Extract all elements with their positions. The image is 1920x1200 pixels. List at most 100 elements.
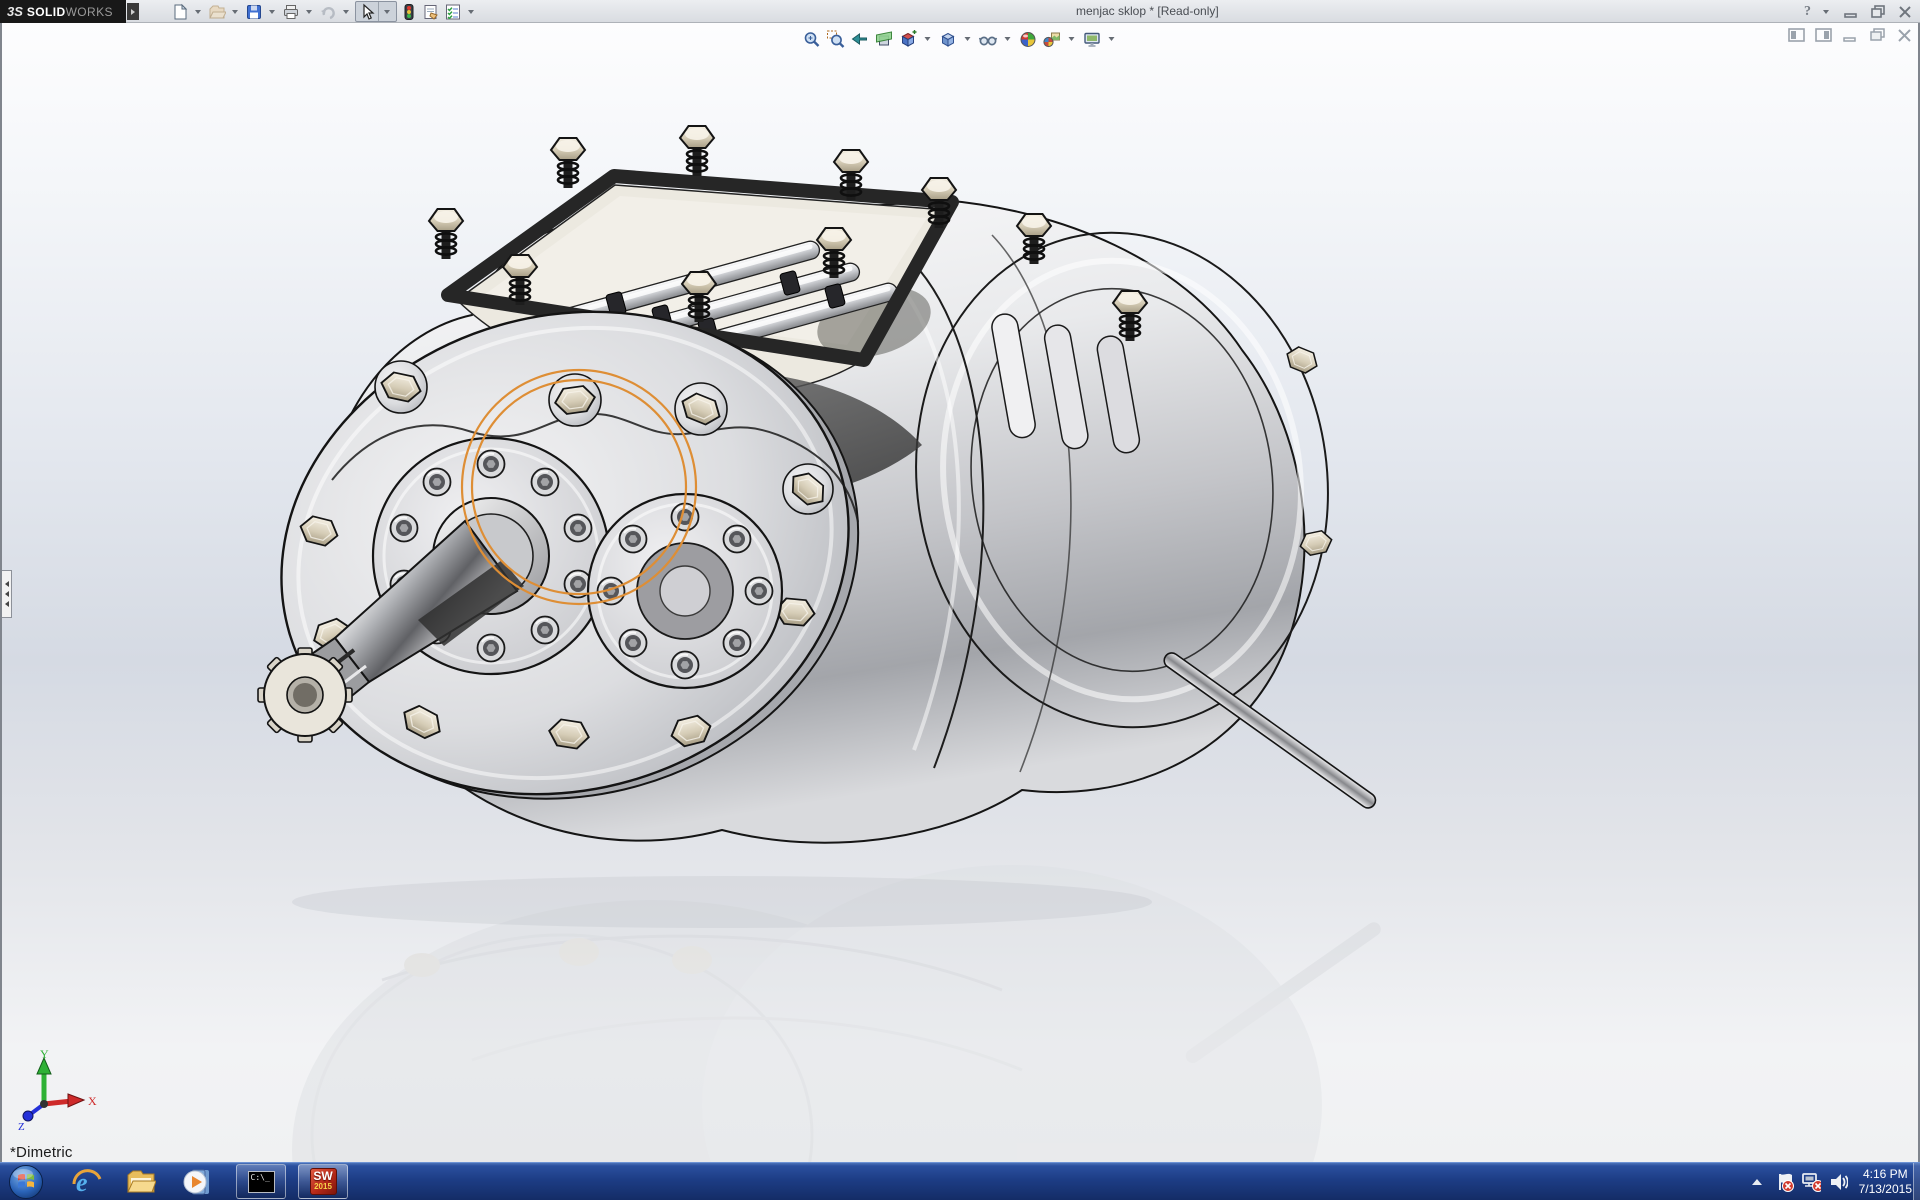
section-view-button[interactable] <box>874 28 895 50</box>
brand-text-solid: SOLID <box>27 5 66 19</box>
solidworks-logo: 3S SOLIDWORKS <box>0 0 126 23</box>
zoom-to-area-button[interactable] <box>826 28 847 50</box>
view-orientation-icon <box>899 30 918 49</box>
graphics-area[interactable]: Y X Z *Dimetric <box>0 23 1920 1162</box>
print-button[interactable] <box>281 1 301 22</box>
taskbar-command-prompt[interactable]: C:\_ <box>236 1164 286 1199</box>
open-folder-icon <box>208 3 226 21</box>
title-bar: 3S SOLIDWORKS <box>0 0 1920 23</box>
arrow-up-icon <box>1752 1179 1762 1185</box>
help-button[interactable]: ? <box>1804 4 1811 20</box>
dropdown-caret[interactable] <box>925 37 931 41</box>
undo-button[interactable] <box>318 1 338 22</box>
apply-scene-button[interactable] <box>1042 28 1063 50</box>
zoom-to-fit-button[interactable] <box>802 28 823 50</box>
cursor-icon <box>358 3 376 21</box>
doc-minimize-button[interactable] <box>1841 27 1860 43</box>
orientation-triad: Y X Z <box>6 1050 126 1134</box>
svg-text:X: X <box>88 1094 97 1108</box>
arrow-right-icon <box>131 9 135 15</box>
dropdown-caret[interactable] <box>1069 37 1075 41</box>
eyeglasses-icon <box>979 30 998 49</box>
taskbar-media-player[interactable] <box>182 1167 212 1197</box>
doc-close-button[interactable] <box>1895 27 1914 43</box>
menu-expand-arrow[interactable] <box>127 3 139 20</box>
close-button[interactable] <box>1896 4 1914 20</box>
doc-restore-button[interactable] <box>1868 27 1887 43</box>
file-properties-icon <box>422 3 440 21</box>
select-tool-button[interactable] <box>356 2 378 21</box>
solidworks-2015-icon: SW 2015 <box>310 1168 337 1195</box>
display-pane-button[interactable] <box>1814 27 1833 43</box>
arrow-left-icon <box>5 601 9 607</box>
view-orientation-button[interactable] <box>898 28 919 50</box>
view-settings-icon <box>1083 30 1102 49</box>
dropdown-caret[interactable] <box>468 10 474 14</box>
traffic-light-icon <box>400 3 418 21</box>
zoom-to-fit-icon <box>803 30 822 49</box>
taskbar-windows-explorer[interactable] <box>126 1167 156 1197</box>
hide-show-items-button[interactable] <box>978 28 999 50</box>
dropdown-caret[interactable] <box>306 10 312 14</box>
display-style-button[interactable] <box>938 28 959 50</box>
rebuild-button[interactable] <box>399 1 419 22</box>
dropdown-caret[interactable] <box>195 10 201 14</box>
clock-time: 4:16 PM <box>1859 1167 1912 1182</box>
printer-icon <box>282 3 300 21</box>
new-document-icon <box>171 3 189 21</box>
minimize-button[interactable] <box>1842 4 1860 20</box>
edit-appearance-button[interactable] <box>1018 28 1039 50</box>
undo-arrow-icon <box>319 3 337 21</box>
taskbar-clock[interactable]: 4:16 PM 7/13/2015 <box>1859 1167 1912 1197</box>
previous-view-button[interactable] <box>850 28 871 50</box>
arrow-left-icon <box>5 581 9 587</box>
heads-up-toolbar <box>802 28 1119 50</box>
view-settings-button[interactable] <box>1082 28 1103 50</box>
zoom-to-area-icon <box>827 30 846 49</box>
display-style-icon <box>939 30 958 49</box>
feature-pane-collapsed-tab[interactable] <box>2 570 12 618</box>
select-tool-group <box>355 1 397 22</box>
arrow-left-icon <box>5 591 9 597</box>
start-button[interactable] <box>8 1164 44 1200</box>
quick-access-toolbar <box>170 0 478 23</box>
previous-view-icon <box>851 30 870 49</box>
show-desktop-button[interactable] <box>1913 1163 1920 1200</box>
new-document-button[interactable] <box>170 1 190 22</box>
taskbar-solidworks[interactable]: SW 2015 <box>298 1164 348 1199</box>
system-tray: 4:16 PM 7/13/2015 <box>1747 1163 1912 1200</box>
collapse-pane-button[interactable] <box>1787 27 1806 43</box>
view-orientation-label: *Dimetric <box>10 1144 73 1161</box>
dropdown-caret[interactable] <box>343 10 349 14</box>
gearbox-model[interactable] <box>224 126 1379 867</box>
dropdown-caret[interactable] <box>269 10 275 14</box>
output-flange <box>588 494 782 688</box>
file-properties-button[interactable] <box>421 1 441 22</box>
dropdown-caret[interactable] <box>232 10 238 14</box>
spline-shaft-end <box>258 648 352 742</box>
dropdown-caret[interactable] <box>965 37 971 41</box>
restore-button[interactable] <box>1869 4 1887 20</box>
dropdown-caret <box>384 10 390 14</box>
action-center-icon[interactable] <box>1774 1170 1794 1194</box>
volume-icon[interactable] <box>1828 1170 1848 1194</box>
options-button[interactable] <box>443 1 463 22</box>
dropdown-caret[interactable] <box>1005 37 1011 41</box>
show-hidden-icons-button[interactable] <box>1747 1170 1767 1194</box>
save-button[interactable] <box>244 1 264 22</box>
network-icon[interactable] <box>1801 1170 1821 1194</box>
command-prompt-icon: C:\_ <box>248 1171 275 1193</box>
brand-text-works: WORKS <box>66 5 113 19</box>
section-view-icon <box>875 30 894 49</box>
dropdown-caret[interactable] <box>1109 37 1115 41</box>
open-document-button[interactable] <box>207 1 227 22</box>
document-title: menjac sklop * [Read-only] <box>1076 4 1219 18</box>
apply-scene-icon <box>1043 30 1062 49</box>
model-3d-view[interactable] <box>2 23 1920 1162</box>
help-dropdown-caret[interactable] <box>1823 10 1829 14</box>
options-checklist-icon <box>444 3 462 21</box>
svg-text:Y: Y <box>40 1050 49 1061</box>
solidworks-window: 3S SOLIDWORKS <box>0 0 1920 1200</box>
taskbar-internet-explorer[interactable]: e <box>72 1167 102 1197</box>
select-tool-dropdown[interactable] <box>378 2 396 21</box>
